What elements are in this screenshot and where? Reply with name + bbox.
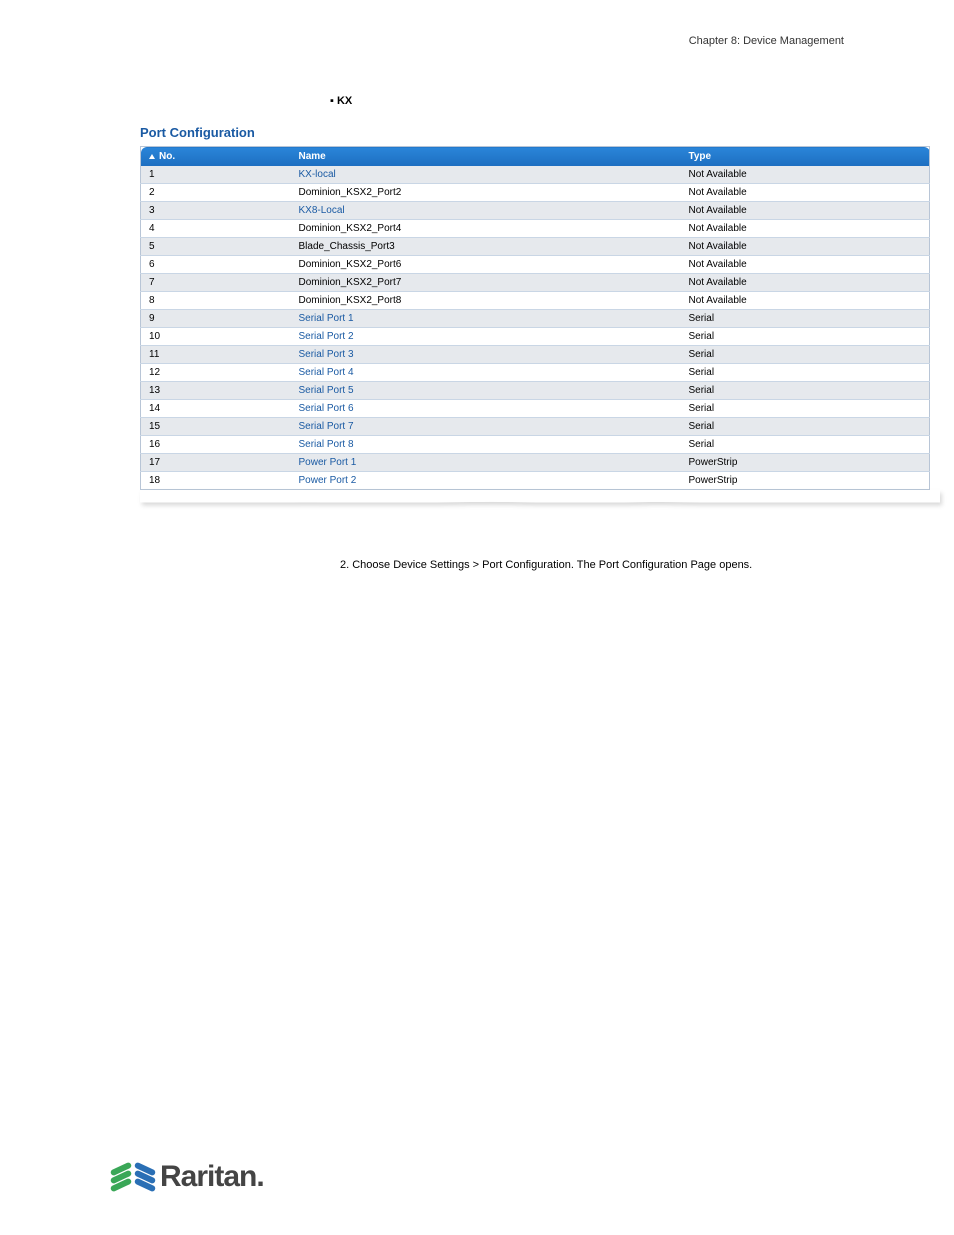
cell-no: 13 [141, 382, 291, 400]
port-config-table: No. Name Type 1KX-localNot Available2Dom… [140, 146, 930, 490]
port-name-link[interactable]: Power Port 1 [299, 457, 357, 468]
cell-no: 9 [141, 310, 291, 328]
cell-type: Not Available [681, 292, 930, 310]
cell-name[interactable]: Power Port 1 [291, 454, 681, 472]
port-name-link[interactable]: Serial Port 2 [299, 331, 354, 342]
port-name-link[interactable]: KX8-Local [299, 205, 345, 216]
table-row: 8Dominion_KSX2_Port8Not Available [141, 292, 930, 310]
col-no-header[interactable]: No. [141, 147, 291, 167]
cell-name[interactable]: Serial Port 7 [291, 418, 681, 436]
raritan-mark-icon [110, 1160, 156, 1194]
chapter-header: Chapter 8: Device Management [0, 0, 954, 47]
cell-name[interactable]: Serial Port 8 [291, 436, 681, 454]
table-row: 9 Serial Port 1 Serial [141, 310, 930, 328]
col-type-header[interactable]: Type [681, 147, 930, 167]
cell-name: Dominion_KSX2_Port4 [291, 220, 681, 238]
port-name-link[interactable]: Serial Port 4 [299, 367, 354, 378]
section-title: ▪ KX [0, 47, 954, 107]
port-name-link[interactable]: Serial Port 5 [299, 385, 354, 396]
table-row: 2Dominion_KSX2_Port2Not Available [141, 184, 930, 202]
cell-no: 16 [141, 436, 291, 454]
cell-type: Serial [681, 400, 930, 418]
port-name-link[interactable]: Serial Port 7 [299, 421, 354, 432]
cell-name[interactable]: Serial Port 1 [291, 310, 681, 328]
port-name-link[interactable]: KX-local [299, 169, 336, 180]
port-name-link[interactable]: Serial Port 3 [299, 349, 354, 360]
cell-name[interactable]: Serial Port 6 [291, 400, 681, 418]
table-row: 10 Serial Port 2 Serial [141, 328, 930, 346]
col-no-label: No. [159, 151, 175, 162]
cell-type: Not Available [681, 202, 930, 220]
cell-name[interactable]: Serial Port 2 [291, 328, 681, 346]
cell-no: 12 [141, 364, 291, 382]
cell-name: Dominion_KSX2_Port7 [291, 274, 681, 292]
cell-no: 17 [141, 454, 291, 472]
cell-no: 6 [141, 256, 291, 274]
cell-type: Not Available [681, 184, 930, 202]
table-row: 16 Serial Port 8 Serial [141, 436, 930, 454]
cell-type: Serial [681, 346, 930, 364]
cell-no: 4 [141, 220, 291, 238]
port-name-link[interactable]: Serial Port 1 [299, 313, 354, 324]
cell-name[interactable]: Serial Port 3 [291, 346, 681, 364]
cell-no: 7 [141, 274, 291, 292]
table-row: 11 Serial Port 3 Serial [141, 346, 930, 364]
cell-no: 3 [141, 202, 291, 220]
cell-name[interactable]: Serial Port 5 [291, 382, 681, 400]
cell-no: 10 [141, 328, 291, 346]
cell-name[interactable]: Power Port 2 [291, 472, 681, 490]
cell-name: Blade_Chassis_Port3 [291, 238, 681, 256]
table-row: 14 Serial Port 6 Serial [141, 400, 930, 418]
table-row: 18 Power Port 2 PowerStrip [141, 472, 930, 490]
cell-type: Serial [681, 364, 930, 382]
cell-type: PowerStrip [681, 472, 930, 490]
table-row: 7Dominion_KSX2_Port7Not Available [141, 274, 930, 292]
cell-name: Dominion_KSX2_Port6 [291, 256, 681, 274]
cell-type: Not Available [681, 238, 930, 256]
brand-name: Raritan. [160, 1160, 264, 1194]
cell-type: Serial [681, 436, 930, 454]
torn-edge-graphic [140, 490, 940, 512]
table-row: 15 Serial Port 7 Serial [141, 418, 930, 436]
brand-logo: Raritan. [110, 1160, 264, 1194]
port-config-panel: Port Configuration No. Name Type 1 KX-loc… [140, 125, 940, 490]
cell-no: 14 [141, 400, 291, 418]
instruction-step-2: 2. Choose Device Settings > Port Configu… [340, 557, 840, 574]
port-name-link[interactable]: Serial Port 8 [299, 439, 354, 450]
table-row: 4Dominion_KSX2_Port4Not Available [141, 220, 930, 238]
table-row: 1 KX-local Not Available [141, 166, 930, 184]
cell-name[interactable]: Serial Port 4 [291, 364, 681, 382]
table-row: 12 Serial Port 4 Serial [141, 364, 930, 382]
cell-type: Serial [681, 328, 930, 346]
cell-name[interactable]: KX8-Local [291, 202, 681, 220]
cell-type: Serial [681, 418, 930, 436]
table-row: 13 Serial Port 5 Serial [141, 382, 930, 400]
cell-type: Serial [681, 382, 930, 400]
cell-no: 1 [141, 166, 291, 184]
table-row: 17 Power Port 1 PowerStrip [141, 454, 930, 472]
cell-no: 15 [141, 418, 291, 436]
cell-type: Not Available [681, 220, 930, 238]
table-row: 3 KX8-Local Not Available [141, 202, 930, 220]
cell-name: Dominion_KSX2_Port2 [291, 184, 681, 202]
cell-type: Not Available [681, 274, 930, 292]
port-name-link[interactable]: Serial Port 6 [299, 403, 354, 414]
cell-type: PowerStrip [681, 454, 930, 472]
cell-no: 2 [141, 184, 291, 202]
col-name-header[interactable]: Name [291, 147, 681, 167]
table-row: 5Blade_Chassis_Port3Not Available [141, 238, 930, 256]
cell-type: Serial [681, 310, 930, 328]
cell-no: 18 [141, 472, 291, 490]
cell-type: Not Available [681, 256, 930, 274]
cell-no: 5 [141, 238, 291, 256]
sort-asc-icon [149, 154, 155, 159]
table-row: 6Dominion_KSX2_Port6Not Available [141, 256, 930, 274]
cell-type: Not Available [681, 166, 930, 184]
port-name-link[interactable]: Power Port 2 [299, 475, 357, 486]
cell-name[interactable]: KX-local [291, 166, 681, 184]
cell-name: Dominion_KSX2_Port8 [291, 292, 681, 310]
cell-no: 11 [141, 346, 291, 364]
cell-no: 8 [141, 292, 291, 310]
port-config-title: Port Configuration [140, 125, 940, 140]
